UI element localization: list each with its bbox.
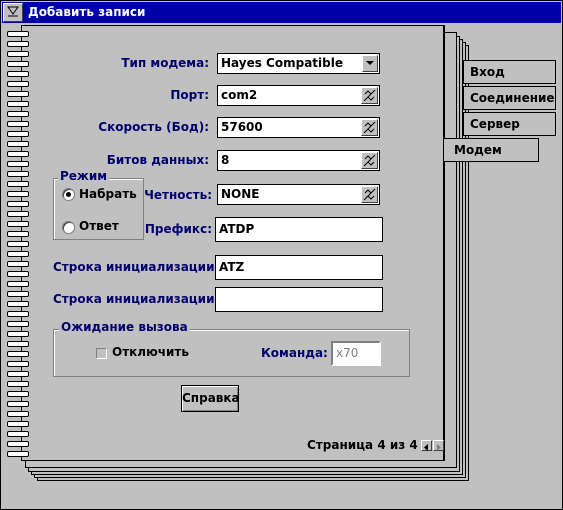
port-value: com2 (221, 88, 258, 102)
radio-dial-label[interactable]: Набрать (79, 187, 137, 201)
speed-field[interactable]: 57600 (217, 117, 380, 138)
tab-connection[interactable]: Соединение (463, 86, 556, 110)
wait-call-groupbox-title: Ожидание вызова (59, 320, 190, 334)
help-button[interactable]: Справка (181, 385, 240, 412)
speed-value: 57600 (221, 120, 263, 134)
mode-groupbox-title: Режим (58, 169, 110, 183)
system-menu-icon[interactable] (3, 3, 23, 22)
speed-label: Скорость (Бод): (98, 120, 209, 134)
prefix-field[interactable]: ATDP (215, 217, 383, 242)
init-string-1-value: ATZ (219, 260, 245, 274)
next-page-icon[interactable] (433, 440, 444, 451)
prefix-value: ATDP (219, 222, 255, 236)
data-bits-label: Битов данных: (106, 153, 209, 167)
spin-icon[interactable] (361, 186, 378, 203)
add-records-window: Добавить записи Вход Соединение Сервер М… (0, 0, 563, 510)
radio-dial[interactable] (62, 188, 75, 201)
tab-login-label: Вход (470, 65, 505, 79)
prev-page-icon[interactable] (421, 440, 432, 451)
spin-icon[interactable] (361, 87, 378, 104)
radio-answer[interactable] (62, 221, 75, 234)
data-bits-field[interactable]: 8 (217, 150, 380, 171)
init-string-2-label: Строка инициализации 2: (53, 292, 232, 306)
disable-checkbox-label[interactable]: Отключить (112, 345, 189, 359)
help-button-label: Справка (182, 391, 240, 405)
modem-type-select[interactable]: Hayes Compatible (217, 53, 380, 74)
spin-icon[interactable] (361, 119, 378, 136)
command-field[interactable]: x70 (331, 341, 381, 366)
modem-type-label: Тип модема: (121, 56, 209, 70)
tab-modem-label: Модем (454, 143, 502, 157)
parity-label: Четность: (144, 188, 212, 202)
command-label: Команда: (261, 346, 328, 360)
spin-icon[interactable] (361, 152, 378, 169)
command-value: x70 (336, 346, 359, 360)
tab-modem[interactable]: Модем (444, 138, 539, 162)
port-field[interactable]: com2 (217, 85, 380, 106)
tab-connection-label: Соединение (470, 91, 555, 105)
init-string-1-field[interactable]: ATZ (215, 255, 383, 280)
prefix-label: Префикс: (144, 222, 212, 236)
init-string-1-label: Строка инициализации 1: (53, 260, 232, 274)
notebook-spiral (7, 25, 29, 461)
title-bar[interactable]: Добавить записи (2, 2, 561, 23)
window-title: Добавить записи (28, 5, 146, 19)
tab-login[interactable]: Вход (463, 60, 556, 84)
page-indicator: Страница 4 из 4 (307, 438, 418, 452)
parity-field[interactable]: NONE (217, 184, 380, 205)
init-string-2-field[interactable] (215, 287, 383, 312)
tab-server-label: Сервер (470, 117, 520, 131)
parity-value: NONE (221, 187, 260, 201)
radio-answer-label[interactable]: Ответ (79, 219, 119, 233)
chevron-down-icon[interactable] (362, 55, 378, 72)
port-label: Порт: (170, 88, 209, 102)
disable-checkbox[interactable] (96, 348, 107, 359)
tab-server[interactable]: Сервер (463, 112, 556, 136)
data-bits-value: 8 (221, 153, 230, 167)
modem-type-value: Hayes Compatible (221, 56, 343, 70)
